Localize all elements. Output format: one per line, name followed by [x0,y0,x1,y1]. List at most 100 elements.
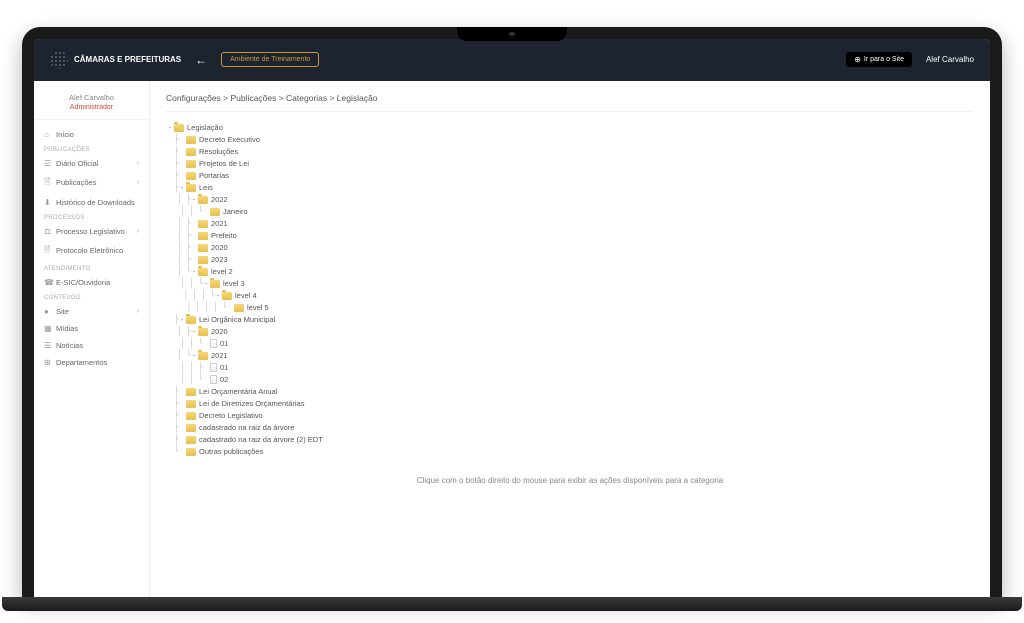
collapse-icon[interactable]: - [190,195,198,204]
tree-node[interactable]: │ │ └ Janeiro [166,206,974,218]
tree-node-label[interactable]: level 4 [235,291,257,300]
sidebar-item[interactable]: 🗎Protocolo Eletrônico [34,240,149,262]
tree-node[interactable]: ├ Portarias [166,170,974,182]
tree-node-label[interactable]: Janeiro [223,207,248,216]
tree-node-label[interactable]: Portarias [199,171,229,180]
tree-node-label[interactable]: Leis [199,183,213,192]
sidebar-item-icon: ⌂ [44,130,52,139]
folder-icon [198,196,208,204]
sidebar-item[interactable]: ▦Mídias [34,320,149,337]
tree-node-label[interactable]: Outras publicações [199,447,263,456]
tree-node[interactable]: │ ├ 2023 [166,254,974,266]
page-icon [210,363,217,372]
tree-node-label[interactable]: 02 [220,375,228,384]
tree-node[interactable]: ├ Decreto Legislativo [166,410,974,422]
tree-node-label[interactable]: Projetos de Lei [199,159,249,168]
chevron-icon: › [137,179,139,186]
tree-node-label[interactable]: 2021 [211,219,228,228]
tree-node[interactable]: ├ -Lei Orgânica Municipal [166,314,974,326]
tree-node-label[interactable]: 01 [220,339,228,348]
sidebar-item[interactable]: 🗎Publicações› [34,172,149,194]
collapse-icon[interactable]: - [190,327,198,336]
back-button[interactable]: ← [195,53,207,67]
tree-node-label[interactable]: Decreto Legislativo [199,411,263,420]
tree-node-label[interactable]: cadastrado na raiz da árvore (2) EDT [199,435,323,444]
sidebar-item[interactable]: ⌂Início [34,126,149,143]
sidebar-item-icon: ⊞ [44,358,52,367]
tree-node[interactable]: ├ -Leis [166,182,974,194]
tree-node[interactable]: ├ Resoluções [166,146,974,158]
collapse-icon[interactable]: - [190,351,198,360]
sidebar-section: Processos [34,211,149,223]
sidebar-item[interactable]: ☎ E-SIC/Ouvidoria [34,274,149,291]
folder-icon [186,400,196,408]
sidebar-section: Atendimento [34,262,149,274]
sidebar-item[interactable]: ⬇Histórico de Downloads [34,194,149,211]
tree-node-label[interactable]: 2020 [211,243,228,252]
collapse-icon[interactable]: - [214,291,222,300]
collapse-icon[interactable]: - [190,267,198,276]
sidebar-item-icon: ☰ [44,159,52,168]
tree-node[interactable]: │ │ │ │ └ level 5 [166,302,974,314]
tree-node-label[interactable]: Resoluções [199,147,238,156]
tree-node-label[interactable]: Legislação [187,123,223,132]
tree-node-label[interactable]: Lei Orçamentária Anual [199,387,277,396]
tree-node[interactable]: ├ cadastrado na raiz da árvore (2) EDT [166,434,974,446]
sidebar-item[interactable]: ⚖Processo Legislativo› [34,223,149,240]
tree-node[interactable]: │ │ │ └ -level 4 [166,290,974,302]
tree-node[interactable]: └ Outras publicações [166,446,974,458]
tree-node[interactable]: │ │ └ 02 [166,374,974,386]
tree-node[interactable]: ├ Decreto Executivo [166,134,974,146]
sidebar-item-label: Publicações [56,178,96,187]
sidebar-item-icon: ▦ [44,324,52,333]
sidebar-item-label: E-SIC/Ouvidoria [56,278,110,287]
tree-node-label[interactable]: level 3 [223,279,245,288]
collapse-icon[interactable]: - [166,123,174,132]
tree-node[interactable]: │ └ -2021 [166,350,974,362]
sidebar-item-icon: ☎ [44,278,52,287]
sidebar-item[interactable]: ☰Diário Oficial› [34,155,149,172]
tree-node-label[interactable]: Lei Orgânica Municipal [199,315,275,324]
tree-node[interactable]: │ ├ 2020 [166,242,974,254]
tree-node-label[interactable]: 2022 [211,195,228,204]
tree-node[interactable]: ├ Lei de Diretrizes Orçamentárias [166,398,974,410]
tree-node-label[interactable]: Lei de Diretrizes Orçamentárias [199,399,304,408]
folder-icon [186,388,196,396]
tree-node-label[interactable]: cadastrado na raiz da árvore [199,423,294,432]
tree-node[interactable]: │ │ └ 01 [166,338,974,350]
goto-site-button[interactable]: Ir para o Site [846,52,912,67]
tree-node-label[interactable]: 2021 [211,351,228,360]
chevron-icon: › [137,228,139,235]
sidebar-item[interactable]: ⊞Departamentos [34,354,149,371]
tree-node[interactable]: │ ├ -2020 [166,326,974,338]
tree-node[interactable]: │ ├ Prefeito [166,230,974,242]
collapse-icon[interactable]: - [202,279,210,288]
tree-node-label[interactable]: 2023 [211,255,228,264]
sidebar-item[interactable]: ☰Notícias [34,337,149,354]
tree-node[interactable]: - Legislação [166,122,974,134]
tree-node-label[interactable]: level 2 [211,267,233,276]
tree-node[interactable]: │ │ ├ 01 [166,362,974,374]
topbar-user[interactable]: Alef Carvalho [926,55,974,64]
sidebar-item[interactable]: ●Site› [34,303,149,320]
tree-node[interactable]: ├ Lei Orçamentária Anual [166,386,974,398]
tree-node[interactable]: │ ├ -2022 [166,194,974,206]
tree-node-label[interactable]: Decreto Executivo [199,135,260,144]
sidebar-item-icon: ☰ [44,341,52,350]
tree-node[interactable]: ├ cadastrado na raiz da árvore [166,422,974,434]
page-icon [210,375,217,384]
folder-icon [186,448,196,456]
tree-node[interactable]: │ └ -level 2 [166,266,974,278]
logo[interactable]: CÂMARAS E PREFEITURAS [50,51,181,69]
tree-node-label[interactable]: level 5 [247,303,269,312]
tree-node[interactable]: │ │ └ -level 3 [166,278,974,290]
tree-node[interactable]: │ ├ 2021 [166,218,974,230]
tree-node[interactable]: ├ Projetos de Lei [166,158,974,170]
collapse-icon[interactable]: - [178,315,186,324]
tree-node-label[interactable]: 2020 [211,327,228,336]
tree-node-label[interactable]: 01 [220,363,228,372]
tree-node-label[interactable]: Prefeito [211,231,237,240]
collapse-icon[interactable]: - [178,183,186,192]
folder-icon [222,292,232,300]
folder-icon [198,328,208,336]
